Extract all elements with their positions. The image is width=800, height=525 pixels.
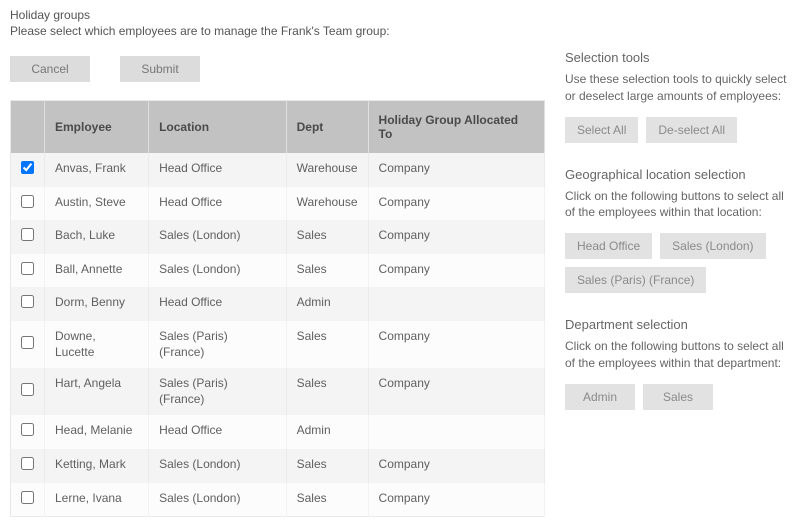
department-selection-section: Department selection Click on the follow…	[565, 317, 790, 410]
column-header-employee: Employee	[45, 101, 149, 154]
cell-employee: Anvas, Frank	[45, 153, 149, 187]
table-row: Hart, AngelaSales (Paris) (France)SalesC…	[11, 368, 545, 415]
row-checkbox[interactable]	[21, 195, 34, 208]
selection-tools-section: Selection tools Use these selection tool…	[565, 50, 790, 143]
page-title: Holiday groups	[10, 8, 545, 22]
cell-dept: Sales	[286, 483, 368, 517]
table-row: Ball, AnnetteSales (London)SalesCompany	[11, 254, 545, 288]
table-row: Head, MelanieHead OfficeAdmin	[11, 415, 545, 449]
cell-dept: Warehouse	[286, 187, 368, 221]
row-checkbox-cell	[11, 287, 45, 321]
row-checkbox-cell	[11, 321, 45, 368]
row-checkbox[interactable]	[21, 423, 34, 436]
dept-section-title: Department selection	[565, 317, 790, 332]
table-row: Dorm, BennyHead OfficeAdmin	[11, 287, 545, 321]
table-row: Lerne, IvanaSales (London)SalesCompany	[11, 483, 545, 517]
action-bar: Cancel Submit	[10, 56, 545, 82]
cell-holiday-group: Company	[368, 321, 544, 368]
cell-employee: Ball, Annette	[45, 254, 149, 288]
cell-location: Sales (London)	[149, 449, 287, 483]
row-checkbox-cell	[11, 368, 45, 415]
row-checkbox-cell	[11, 220, 45, 254]
cell-location: Sales (London)	[149, 254, 287, 288]
selection-tools-title: Selection tools	[565, 50, 790, 65]
dept-filter-button[interactable]: Admin	[565, 384, 635, 410]
location-selection-section: Geographical location selection Click on…	[565, 167, 790, 294]
cell-holiday-group: Company	[368, 449, 544, 483]
cell-location: Head Office	[149, 153, 287, 187]
cell-employee: Ketting, Mark	[45, 449, 149, 483]
cell-location: Sales (London)	[149, 220, 287, 254]
row-checkbox[interactable]	[21, 161, 34, 174]
cell-holiday-group: Company	[368, 368, 544, 415]
location-filter-button[interactable]: Head Office	[565, 233, 652, 259]
row-checkbox-cell	[11, 153, 45, 187]
cell-dept: Sales	[286, 220, 368, 254]
cell-dept: Admin	[286, 415, 368, 449]
table-row: Downe, LucetteSales (Paris) (France)Sale…	[11, 321, 545, 368]
location-section-text: Click on the following buttons to select…	[565, 188, 790, 222]
cell-dept: Admin	[286, 287, 368, 321]
cell-holiday-group: Company	[368, 220, 544, 254]
cell-employee: Downe, Lucette	[45, 321, 149, 368]
row-checkbox[interactable]	[21, 457, 34, 470]
cell-location: Sales (London)	[149, 483, 287, 517]
row-checkbox-cell	[11, 254, 45, 288]
column-header-holiday-group: Holiday Group Allocated To	[368, 101, 544, 154]
row-checkbox[interactable]	[21, 295, 34, 308]
submit-button[interactable]: Submit	[120, 56, 200, 82]
row-checkbox[interactable]	[21, 228, 34, 241]
cell-holiday-group	[368, 415, 544, 449]
cell-dept: Sales	[286, 368, 368, 415]
cell-employee: Bach, Luke	[45, 220, 149, 254]
cell-employee: Hart, Angela	[45, 368, 149, 415]
cell-holiday-group: Company	[368, 483, 544, 517]
column-header-checkbox	[11, 101, 45, 154]
location-filter-button[interactable]: Sales (London)	[660, 233, 765, 259]
page-subtitle: Please select which employees are to man…	[10, 24, 545, 38]
cell-dept: Sales	[286, 321, 368, 368]
row-checkbox[interactable]	[21, 383, 34, 396]
cell-dept: Sales	[286, 254, 368, 288]
table-row: Austin, SteveHead OfficeWarehouseCompany	[11, 187, 545, 221]
cell-holiday-group: Company	[368, 153, 544, 187]
cell-holiday-group: Company	[368, 254, 544, 288]
cell-employee: Head, Melanie	[45, 415, 149, 449]
cancel-button[interactable]: Cancel	[10, 56, 90, 82]
row-checkbox-cell	[11, 187, 45, 221]
dept-filter-button[interactable]: Sales	[643, 384, 713, 410]
row-checkbox[interactable]	[21, 262, 34, 275]
cell-dept: Sales	[286, 449, 368, 483]
column-header-dept: Dept	[286, 101, 368, 154]
cell-location: Head Office	[149, 287, 287, 321]
select-all-button[interactable]: Select All	[565, 117, 638, 143]
employee-table: Employee Location Dept Holiday Group All…	[10, 100, 545, 517]
cell-location: Sales (Paris) (France)	[149, 321, 287, 368]
deselect-all-button[interactable]: De-select All	[646, 117, 737, 143]
row-checkbox[interactable]	[21, 336, 34, 349]
location-section-title: Geographical location selection	[565, 167, 790, 182]
cell-employee: Dorm, Benny	[45, 287, 149, 321]
cell-holiday-group: Company	[368, 187, 544, 221]
cell-dept: Warehouse	[286, 153, 368, 187]
row-checkbox-cell	[11, 449, 45, 483]
row-checkbox-cell	[11, 483, 45, 517]
cell-location: Head Office	[149, 415, 287, 449]
cell-holiday-group	[368, 287, 544, 321]
location-filter-button[interactable]: Sales (Paris) (France)	[565, 267, 706, 293]
dept-section-text: Click on the following buttons to select…	[565, 338, 790, 372]
cell-employee: Lerne, Ivana	[45, 483, 149, 517]
row-checkbox-cell	[11, 415, 45, 449]
cell-location: Sales (Paris) (France)	[149, 368, 287, 415]
cell-employee: Austin, Steve	[45, 187, 149, 221]
selection-tools-text: Use these selection tools to quickly sel…	[565, 71, 790, 105]
table-row: Bach, LukeSales (London)SalesCompany	[11, 220, 545, 254]
column-header-location: Location	[149, 101, 287, 154]
table-row: Anvas, FrankHead OfficeWarehouseCompany	[11, 153, 545, 187]
cell-location: Head Office	[149, 187, 287, 221]
table-row: Ketting, MarkSales (London)SalesCompany	[11, 449, 545, 483]
row-checkbox[interactable]	[21, 491, 34, 504]
